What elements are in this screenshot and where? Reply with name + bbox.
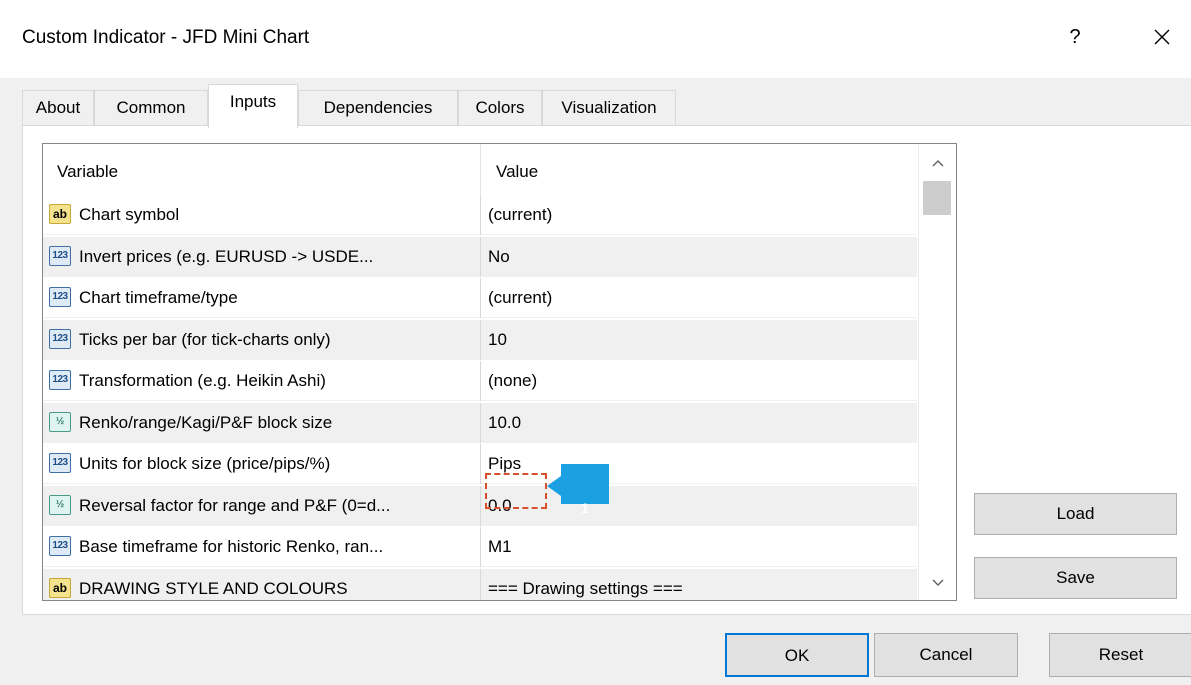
cell-divider	[480, 444, 481, 484]
callout-pointer	[547, 476, 561, 496]
save-button[interactable]: Save	[974, 557, 1177, 599]
table-row[interactable]: ab Chart symbol (current)	[43, 195, 917, 235]
column-header-variable[interactable]: Variable	[57, 144, 118, 195]
variable-cell[interactable]: ab Chart symbol	[49, 195, 479, 235]
tab-common[interactable]: Common	[94, 90, 208, 126]
window-title: Custom Indicator - JFD Mini Chart	[22, 27, 310, 48]
tab-visualization[interactable]: Visualization	[542, 90, 676, 126]
chevron-down-icon	[932, 579, 944, 586]
variable-name: Renko/range/Kagi/P&F block size	[79, 413, 333, 432]
cell-divider	[480, 403, 481, 443]
variable-cell[interactable]: 123 Transformation (e.g. Heikin Ashi)	[49, 361, 479, 401]
close-button[interactable]	[1145, 20, 1179, 54]
inputs-grid: Variable Value ab Chart symbol (current) 12…	[42, 143, 957, 601]
reset-button[interactable]: Reset	[1049, 633, 1191, 677]
table-row[interactable]: 123 Units for block size (price/pips/%) Pi…	[43, 444, 917, 484]
scroll-up-button[interactable]	[919, 148, 956, 178]
integer-type-icon: 123	[49, 452, 71, 473]
string-type-icon: ab	[49, 577, 71, 598]
cell-divider	[480, 320, 481, 360]
integer-type-icon: 123	[49, 286, 71, 307]
table-row[interactable]: ½ Renko/range/Kagi/P&F block size 10.0	[43, 403, 917, 443]
double-type-icon: ½	[49, 411, 71, 432]
cancel-button[interactable]: Cancel	[874, 633, 1018, 677]
variable-cell[interactable]: ½ Reversal factor for range and P&F (0=d.…	[49, 486, 479, 526]
value-cell[interactable]: (current)	[488, 278, 913, 318]
load-button[interactable]: Load	[974, 493, 1177, 535]
variable-cell[interactable]: 123 Units for block size (price/pips/%)	[49, 444, 479, 484]
table-row[interactable]: 123 Invert prices (e.g. EURUSD -> USDE...…	[43, 237, 917, 277]
variable-cell[interactable]: ab DRAWING STYLE AND COLOURS	[49, 569, 479, 600]
variable-name: Chart symbol	[79, 205, 180, 224]
title-bar: Custom Indicator - JFD Mini Chart ?	[0, 0, 1191, 78]
variable-cell[interactable]: 123 Ticks per bar (for tick-charts only)	[49, 320, 479, 360]
ok-button[interactable]: OK	[725, 633, 869, 677]
table-row[interactable]: 123 Chart timeframe/type (current)	[43, 278, 917, 318]
variable-name: Reversal factor for range and P&F (0=d..…	[79, 496, 391, 515]
callout-badge	[561, 464, 609, 504]
callout-number: 1	[581, 500, 589, 516]
tab-dependencies[interactable]: Dependencies	[298, 90, 458, 126]
integer-type-icon: 123	[49, 328, 71, 349]
value-cell[interactable]: === Drawing settings ===	[488, 569, 913, 600]
cell-divider	[480, 569, 481, 600]
tab-colors[interactable]: Colors	[458, 90, 542, 126]
value-cell[interactable]: (none)	[488, 361, 913, 401]
table-row[interactable]: ab DRAWING STYLE AND COLOURS === Drawing s…	[43, 569, 917, 600]
integer-type-icon: 123	[49, 369, 71, 390]
integer-type-icon: 123	[49, 535, 71, 556]
variable-name: Transformation (e.g. Heikin Ashi)	[79, 371, 326, 390]
close-icon	[1154, 29, 1170, 45]
table-row[interactable]: ½ Reversal factor for range and P&F (0=d.…	[43, 486, 917, 526]
tab-about[interactable]: About	[22, 90, 94, 126]
tab-inputs[interactable]: Inputs	[208, 84, 298, 128]
value-cell[interactable]: M1	[488, 527, 913, 567]
highlight-box	[485, 473, 547, 509]
variable-name: Base timeframe for historic Renko, ran..…	[79, 537, 384, 556]
string-type-icon: ab	[49, 203, 71, 224]
cell-divider	[480, 527, 481, 567]
cell-divider	[480, 486, 481, 526]
table-row[interactable]: 123 Transformation (e.g. Heikin Ashi) (non…	[43, 361, 917, 401]
cell-divider	[480, 195, 481, 235]
grid-scrollbar[interactable]	[918, 144, 956, 600]
header-divider[interactable]	[480, 144, 481, 195]
value-cell[interactable]: 10.0	[488, 403, 913, 443]
table-row[interactable]: 123 Base timeframe for historic Renko, ra…	[43, 527, 917, 567]
help-button[interactable]: ?	[1058, 20, 1092, 54]
scroll-thumb[interactable]	[923, 181, 951, 215]
variable-cell[interactable]: 123 Invert prices (e.g. EURUSD -> USDE...	[49, 237, 479, 277]
variable-cell[interactable]: 123 Chart timeframe/type	[49, 278, 479, 318]
grid-header: Variable Value	[43, 144, 917, 195]
value-cell[interactable]: (current)	[488, 195, 913, 235]
cell-divider	[480, 278, 481, 318]
value-cell[interactable]: 10	[488, 320, 913, 360]
cell-divider	[480, 361, 481, 401]
variable-cell[interactable]: ½ Renko/range/Kagi/P&F block size	[49, 403, 479, 443]
variable-name: DRAWING STYLE AND COLOURS	[79, 579, 348, 598]
integer-type-icon: 123	[49, 245, 71, 266]
cell-divider	[480, 237, 481, 277]
variable-name: Ticks per bar (for tick-charts only)	[79, 330, 331, 349]
variable-cell[interactable]: 123 Base timeframe for historic Renko, ra…	[49, 527, 479, 567]
variable-name: Units for block size (price/pips/%)	[79, 454, 331, 473]
table-row[interactable]: 123 Ticks per bar (for tick-charts only) 1…	[43, 320, 917, 360]
chevron-up-icon	[932, 160, 944, 167]
scroll-down-button[interactable]	[919, 568, 956, 598]
double-type-icon: ½	[49, 494, 71, 515]
value-cell[interactable]: No	[488, 237, 913, 277]
variable-name: Invert prices (e.g. EURUSD -> USDE...	[79, 247, 374, 266]
variable-name: Chart timeframe/type	[79, 288, 238, 307]
column-header-value[interactable]: Value	[496, 144, 538, 195]
